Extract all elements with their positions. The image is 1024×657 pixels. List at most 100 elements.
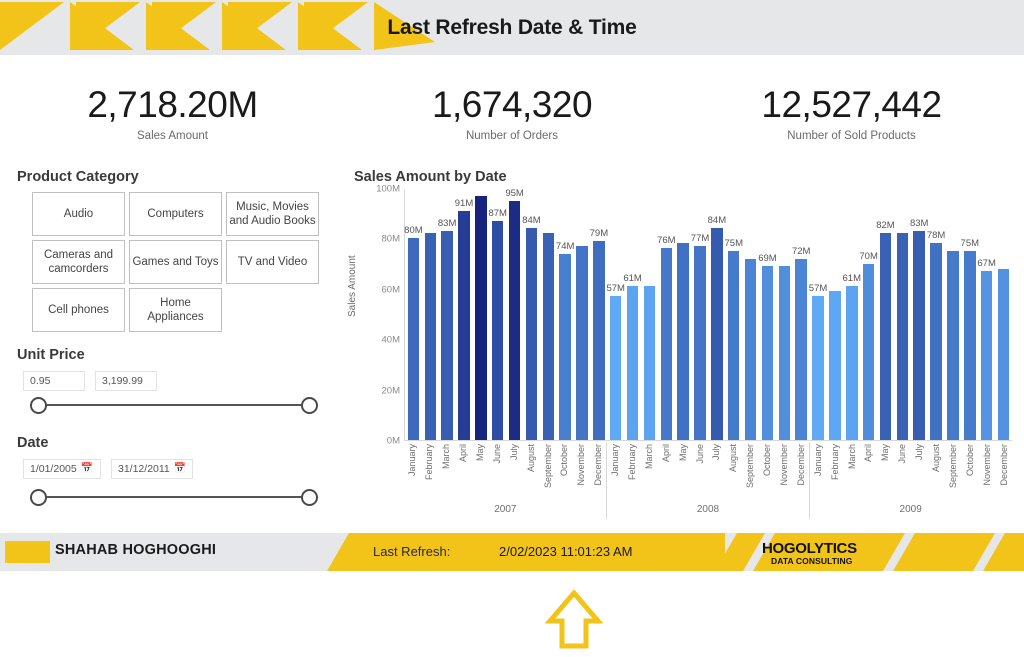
unit-price-slicer: Unit Price 0.95 3,199.99 [7, 341, 338, 426]
logo-sub-text: DATA CONSULTING [771, 556, 853, 566]
category-item-cameras[interactable]: Cameras and camcorders [32, 240, 125, 284]
chart-bar[interactable]: 67M [977, 258, 996, 440]
x-axis-tick: February [424, 444, 435, 481]
x-axis-tick: April [660, 444, 671, 463]
chart-bar[interactable]: 76M [657, 235, 676, 440]
category-item-tv-and-video[interactable]: TV and Video [226, 240, 319, 284]
chart-bar[interactable]: 57M [809, 283, 827, 440]
bar-slot [641, 189, 658, 440]
category-item-audio[interactable]: Audio [32, 192, 125, 236]
date-range-slider[interactable] [30, 486, 318, 508]
bar-value-label: 84M [707, 215, 727, 227]
chart-bar[interactable] [744, 258, 757, 440]
x-axis-tick: April [458, 444, 469, 463]
bar-slot: 83M [438, 189, 456, 440]
chart-bar[interactable]: 84M [708, 215, 726, 440]
chart-bar[interactable]: 83M [438, 218, 456, 440]
date-start-value: 1/01/2005 [30, 463, 77, 475]
bar-value-label: 83M [437, 217, 457, 229]
unit-price-max-input[interactable]: 3,199.99 [95, 371, 157, 391]
y-axis-tick: 40M [381, 334, 400, 346]
chart-bar[interactable]: 61M [843, 273, 861, 440]
chart-bar[interactable]: 87M [488, 208, 507, 440]
chart-bar[interactable] [997, 268, 1010, 440]
chart-bar[interactable] [643, 286, 656, 440]
kpi-card-row: 2,718.20M Sales Amount 1,674,320 Number … [0, 70, 1024, 158]
chart-bar[interactable] [475, 195, 487, 440]
chart-bar[interactable] [778, 266, 791, 440]
bar-slot: 95M [505, 188, 524, 440]
date-slicer-inputs: 1/01/2005 📅 31/12/2011 📅 [23, 459, 194, 479]
chart-bar[interactable] [829, 291, 841, 440]
calendar-icon[interactable]: 📅 [174, 464, 186, 474]
chart-bar[interactable]: 57M [606, 283, 625, 440]
chart-plot-area: Sales Amount 0M 20M 40M 60M 80M 100M 80M 83M 91… [346, 184, 1017, 519]
chart-bar[interactable]: 83M [910, 218, 928, 440]
chart-bar[interactable] [576, 245, 588, 440]
chart-bar[interactable]: 75M [961, 238, 979, 440]
x-axis-month-labels: January February March April May June July Augu… [404, 442, 1012, 500]
calendar-icon[interactable]: 📅 [81, 464, 93, 474]
category-item-games-and-toys[interactable]: Games and Toys [129, 240, 222, 284]
product-category-slicer: Product Category Audio Computers Music, … [7, 163, 338, 338]
chart-bar[interactable]: 74M [556, 241, 574, 440]
date-start-input[interactable]: 1/01/2005 📅 [23, 459, 101, 479]
x-axis-tick: March [441, 444, 452, 470]
chart-bar[interactable] [424, 233, 437, 440]
chart-bar[interactable]: 61M [623, 273, 642, 440]
chart-bar[interactable]: 95M [505, 188, 524, 440]
y-axis-tick: 20M [381, 385, 400, 397]
slider-handle-min[interactable] [30, 397, 47, 414]
x-axis-tick: December [795, 444, 806, 486]
chart-bar[interactable] [896, 233, 909, 440]
x-axis-tick: August [525, 444, 536, 473]
date-end-input[interactable]: 31/12/2011 📅 [111, 459, 194, 479]
chart-bar[interactable] [677, 243, 689, 440]
x-axis-tick: December [998, 444, 1009, 486]
bar-slot [776, 189, 793, 440]
bar-value-label: 91M [454, 197, 474, 209]
date-slicer: Date 1/01/2005 📅 31/12/2011 📅 [7, 429, 338, 519]
x-axis-tick: January [812, 444, 823, 477]
bar-value-label: 95M [505, 187, 524, 199]
x-axis-year-label: 2009 [899, 504, 922, 515]
chart-bar[interactable]: 78M [927, 230, 945, 440]
x-axis-tick: November [779, 444, 790, 486]
bar-slot [945, 189, 962, 440]
slider-handle-max[interactable] [301, 397, 318, 414]
category-item-music-movies[interactable]: Music, Movies and Audio Books [226, 192, 319, 236]
chart-bar[interactable]: 80M [404, 225, 423, 440]
slider-handle-end[interactable] [301, 489, 318, 506]
chart-bar[interactable]: 77M [691, 233, 709, 440]
footer-author: SHAHAB HOGHOOGHI [55, 542, 217, 558]
chart-bar[interactable]: 84M [522, 215, 541, 440]
bar-slot: 69M [758, 189, 777, 440]
category-item-cell-phones[interactable]: Cell phones [32, 288, 125, 332]
category-item-computers[interactable]: Computers [129, 192, 222, 236]
chart-bar[interactable]: 91M [455, 198, 473, 440]
category-item-home-appliances[interactable]: Home Appliances [129, 288, 222, 332]
slider-handle-start[interactable] [30, 489, 47, 506]
chart-bar[interactable] [542, 233, 555, 440]
bar-slot: 84M [522, 189, 541, 440]
chart-bar[interactable]: 79M [590, 228, 608, 440]
unit-price-min-input[interactable]: 0.95 [23, 371, 85, 391]
chart-bar[interactable] [947, 251, 959, 440]
x-axis-tick: October [559, 444, 570, 477]
bar-slot: 77M [691, 189, 709, 440]
bar-value-label: 57M [808, 283, 828, 295]
bar-value-label: 61M [842, 273, 862, 285]
bar-slot [574, 189, 591, 440]
y-axis-tick: 100M [376, 183, 400, 195]
bar-value-label: 76M [657, 235, 676, 247]
chart-bar[interactable]: 82M [876, 220, 895, 440]
chart-bar[interactable]: 72M [792, 246, 810, 440]
y-axis-tick: 80M [381, 233, 400, 245]
chart-bar[interactable]: 70M [859, 251, 878, 440]
chart-bar[interactable]: 69M [758, 253, 777, 440]
unit-price-range-slider[interactable] [30, 394, 318, 416]
year-separator [809, 442, 810, 519]
chart-bar[interactable]: 75M [725, 238, 743, 440]
bar-series: 80M 83M 91M 87M 95M 84M 74M 79M 57M 61M 76M 77M 84M 7… [404, 188, 1012, 440]
slider-track [38, 496, 310, 498]
